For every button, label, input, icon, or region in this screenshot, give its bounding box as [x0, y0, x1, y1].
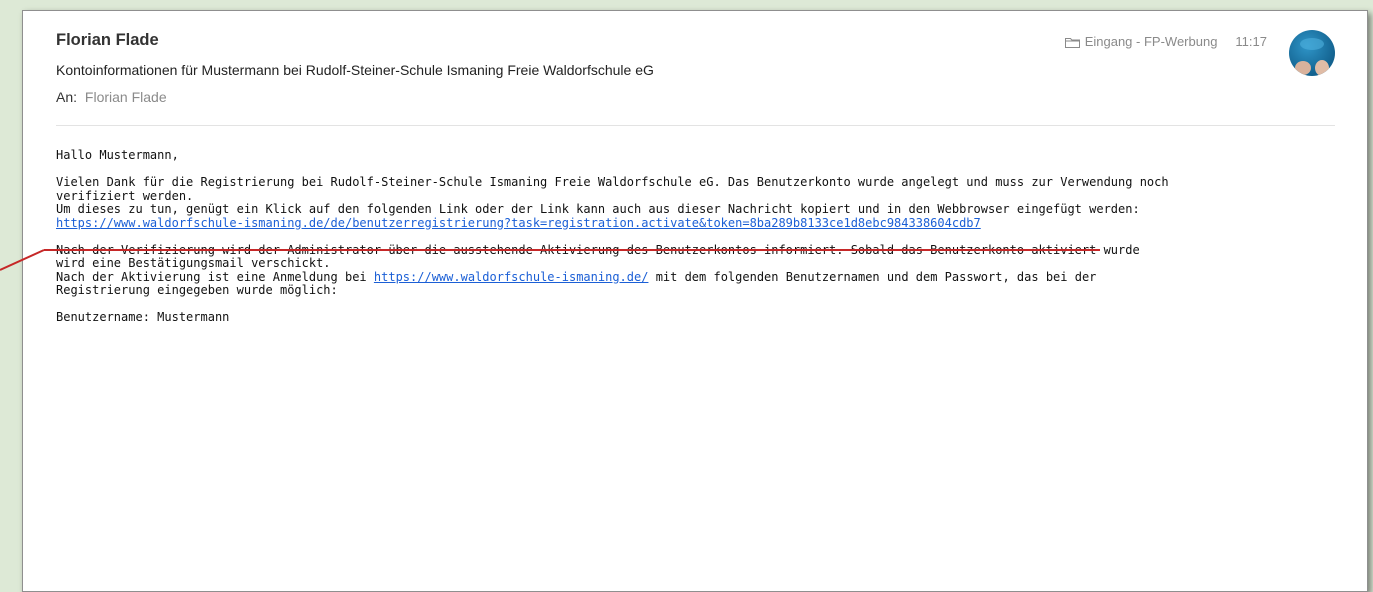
- body-text: Registrierung eingegeben wurde möglich:: [56, 283, 338, 297]
- body-text: Vielen Dank für die Registrierung bei Ru…: [56, 175, 1169, 189]
- sender-name[interactable]: Florian Flade: [56, 31, 159, 50]
- username-line: Benutzername: Mustermann: [56, 310, 230, 324]
- to-label: An:: [56, 89, 78, 105]
- body-text: Nach der Verifizierung wird der Administ…: [56, 242, 1140, 257]
- body-text: verifiziert werden.: [56, 188, 194, 203]
- activation-link[interactable]: https://www.waldorfschule-ismaning.de/de…: [56, 216, 981, 230]
- email-meta: Eingang - FP-Werbung 11:17: [1064, 34, 1267, 49]
- email-body: Hallo Mustermann, Vielen Dank für die Re…: [56, 148, 1336, 325]
- avatar[interactable]: [1289, 30, 1335, 76]
- email-time: 11:17: [1235, 34, 1267, 49]
- recipient-line: An: Florian Flade: [56, 89, 167, 105]
- header-divider: [56, 125, 1335, 126]
- body-text: wird eine Bestätigungsmail verschickt.: [56, 256, 331, 270]
- body-text: Nach der Aktivierung ist eine Anmeldung …: [56, 269, 1097, 284]
- recipient-name[interactable]: Florian Flade: [85, 89, 167, 105]
- greeting: Hallo Mustermann,: [56, 148, 179, 162]
- site-link[interactable]: https://www.waldorfschule-ismaning.de/: [374, 270, 649, 284]
- folder-name[interactable]: Eingang - FP-Werbung: [1085, 34, 1218, 49]
- folder-icon: [1064, 36, 1080, 48]
- email-subject: Kontoinformationen für Mustermann bei Ru…: [56, 62, 654, 78]
- body-text: Um dieses zu tun, genügt ein Klick auf d…: [56, 202, 1140, 216]
- email-window: Florian Flade Kontoinformationen für Mus…: [22, 10, 1368, 592]
